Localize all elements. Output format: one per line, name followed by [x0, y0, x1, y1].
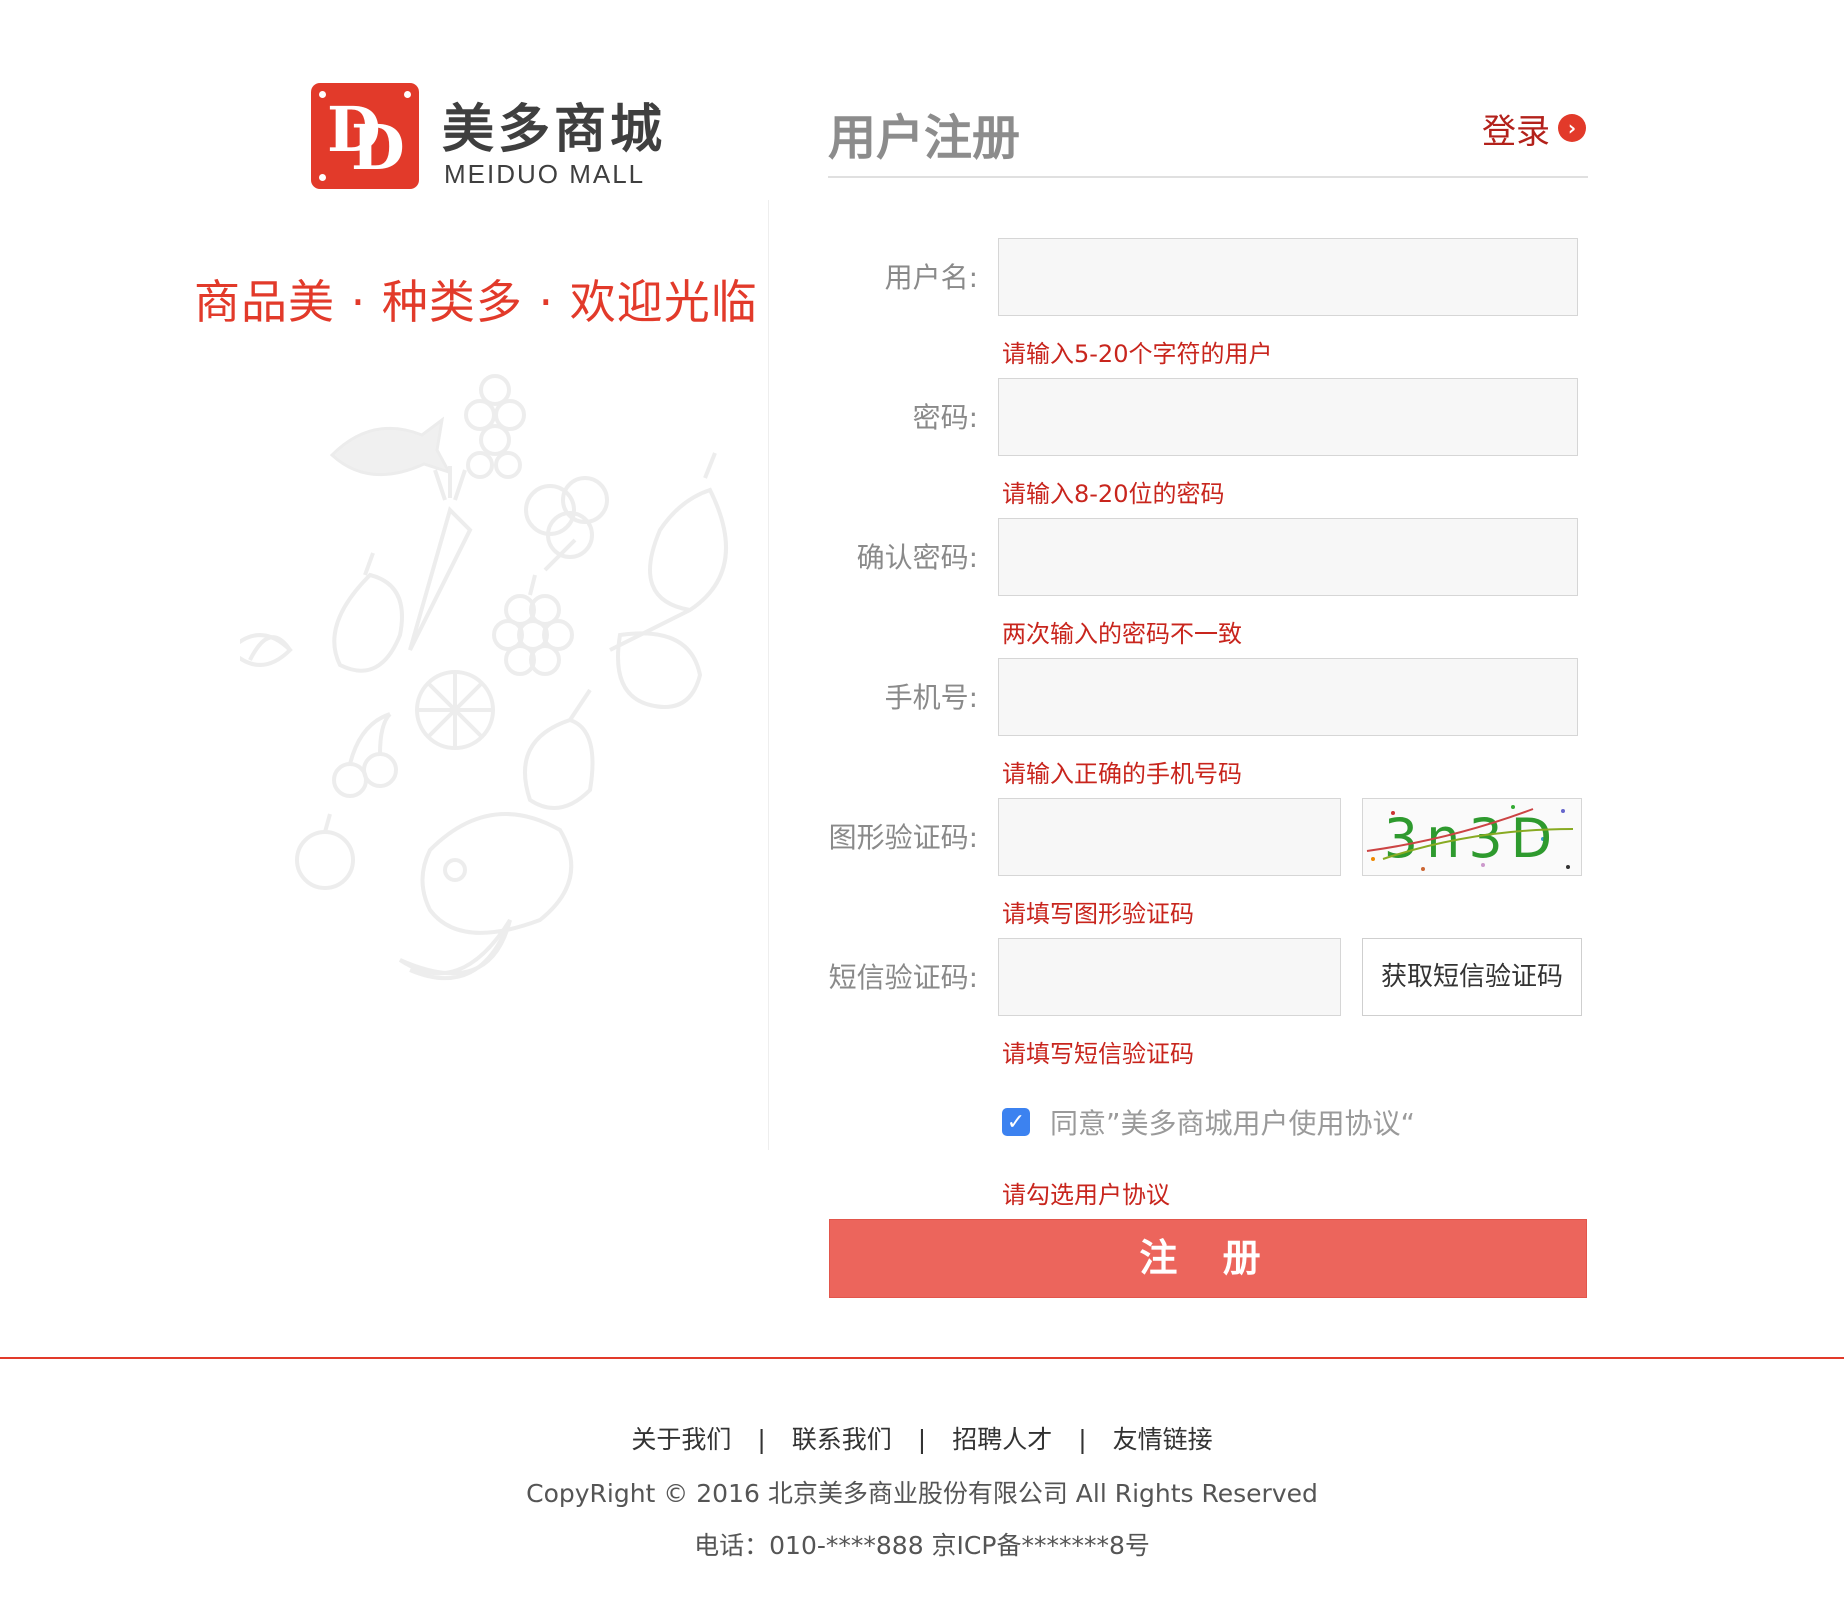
- contact-text: 电话：010-****888 京ICP备*******8号: [694, 1531, 1150, 1560]
- image-code-label: 图形验证码:: [828, 821, 978, 854]
- register-button[interactable]: 注 册: [829, 1219, 1587, 1298]
- mobile-error: 请输入正确的手机号码: [1002, 760, 1242, 788]
- password-row: 密码:: [0, 378, 1844, 458]
- sms-code-label: 短信验证码:: [828, 961, 978, 994]
- image-code-error: 请填写图形验证码: [1002, 900, 1194, 928]
- agreement-error: 请勾选用户协议: [1002, 1181, 1170, 1209]
- password-confirm-input[interactable]: [998, 518, 1578, 596]
- logo-name: 美多商城: [442, 100, 667, 160]
- agreement-row: ✓ 同意”美多商城用户使用协议“: [1002, 1102, 1415, 1142]
- username-label: 用户名:: [884, 261, 978, 294]
- copyright-text: CopyRight © 2016 北京美多商业股份有限公司 All Rights…: [526, 1479, 1318, 1508]
- logo-subtitle: MEIDUO MALL: [444, 159, 646, 189]
- password-input[interactable]: [998, 378, 1578, 456]
- image-code-input[interactable]: [998, 798, 1341, 876]
- footer-link-about[interactable]: 关于我们: [631, 1425, 731, 1454]
- agreement-checkbox[interactable]: ✓: [1002, 1108, 1030, 1136]
- login-link-label: 登录: [1482, 111, 1550, 152]
- footer-separator: |: [917, 1425, 927, 1454]
- chevron-right-icon: ›: [1558, 114, 1586, 142]
- get-sms-code-button[interactable]: 获取短信验证码: [1362, 938, 1582, 1016]
- password-error: 请输入8-20位的密码: [1002, 480, 1225, 508]
- username-input[interactable]: [998, 238, 1578, 316]
- captcha-text: 3n3D: [1384, 807, 1561, 870]
- mobile-row: 手机号:: [0, 658, 1844, 738]
- sms-code-input[interactable]: [998, 938, 1341, 1016]
- logo[interactable]: D D 美多商城 MEIDUO MALL: [311, 83, 671, 191]
- footer-link-friends[interactable]: 友情链接: [1113, 1425, 1213, 1454]
- checkmark-icon: ✓: [1006, 1109, 1026, 1135]
- username-error: 请输入5-20个字符的用户: [1002, 340, 1273, 368]
- footer-separator: |: [1078, 1425, 1087, 1454]
- login-link[interactable]: 登录 ›: [1482, 108, 1586, 152]
- password-confirm-error: 两次输入的密码不一致: [1002, 620, 1242, 648]
- password-confirm-row: 确认密码:: [0, 518, 1844, 598]
- mobile-input[interactable]: [998, 658, 1578, 736]
- footer-link-jobs[interactable]: 招聘人才: [952, 1425, 1052, 1454]
- mobile-label: 手机号:: [884, 681, 978, 714]
- footer-separator: |: [757, 1425, 766, 1454]
- image-code-row: 图形验证码: 3n3D: [0, 798, 1844, 878]
- sms-code-error: 请填写短信验证码: [1002, 1040, 1194, 1068]
- register-page: D D 美多商城 MEIDUO MALL 商品美 · 种类多 · 欢迎光临 用户…: [0, 0, 1844, 1622]
- password-confirm-label: 确认密码:: [856, 541, 978, 574]
- page-title: 用户注册: [828, 110, 1021, 166]
- title-underline: [828, 176, 1588, 178]
- agreement-text[interactable]: 同意”美多商城用户使用协议“: [1050, 1102, 1415, 1142]
- footer-links: 关于我们 | 联系我们 | 招聘人才 | 友情链接: [0, 1420, 1844, 1456]
- password-label: 密码:: [912, 401, 978, 434]
- logo-mark: D D: [311, 83, 419, 189]
- sms-code-row: 短信验证码: 获取短信验证码: [0, 938, 1844, 1018]
- footer-link-contact[interactable]: 联系我们: [792, 1425, 892, 1454]
- username-row: 用户名:: [0, 238, 1844, 318]
- footer-divider: [0, 1357, 1844, 1359]
- captcha-image[interactable]: 3n3D: [1362, 798, 1582, 876]
